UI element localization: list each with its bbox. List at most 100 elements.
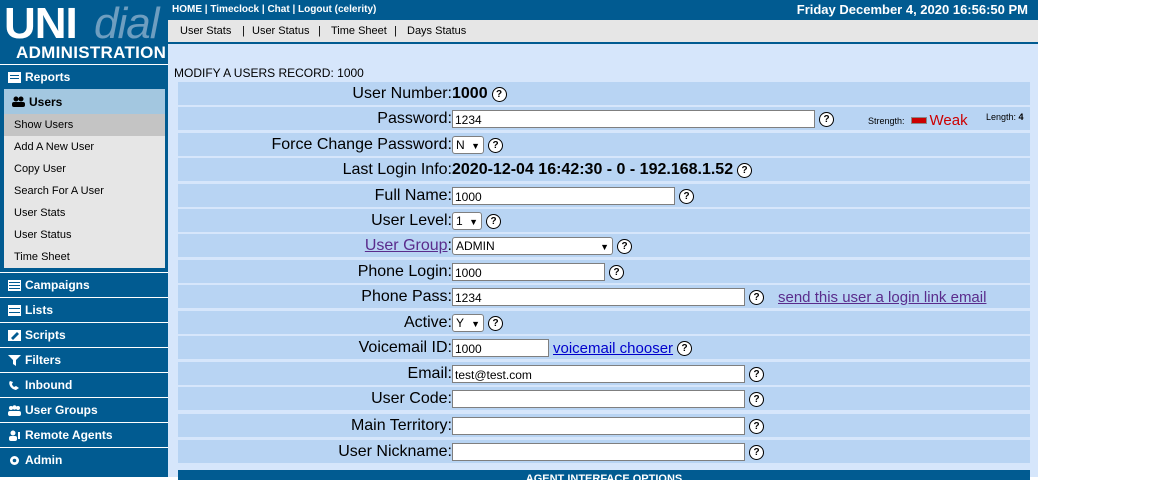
submenu-copy-user[interactable]: Copy User	[4, 158, 165, 180]
submenu-user-stats[interactable]: User Stats	[4, 202, 165, 224]
logo-admin: ADMINISTRATION	[16, 43, 167, 62]
label-user-nickname: User Nickname:	[338, 443, 452, 460]
row-voicemail: Voicemail ID: 1000 voicemail chooser?	[178, 336, 1030, 359]
password-strength: Strength: Weak	[868, 112, 968, 129]
row-active: Active: Y ▼?	[178, 311, 1030, 334]
filter-icon	[8, 354, 21, 366]
password-input[interactable]: 1234	[452, 110, 815, 128]
sidebar-item-remote-agents[interactable]: Remote Agents	[0, 422, 168, 447]
logo-uni: UNI	[4, 0, 78, 48]
sidebar-item-campaigns[interactable]: Campaigns	[0, 272, 168, 297]
label-user-code: User Code:	[371, 390, 452, 407]
sidebar-item-scripts[interactable]: Scripts	[0, 322, 168, 347]
help-icon[interactable]: ?	[749, 418, 764, 434]
force-change-select[interactable]: N ▼	[452, 136, 484, 154]
subnav-user-stats[interactable]: User Stats	[180, 25, 231, 37]
subnav-sep: |	[318, 25, 321, 37]
logo-dial: dial	[94, 0, 159, 48]
send-login-link[interactable]: send this user a login link email	[778, 289, 986, 306]
row-password: Password: 1234? Strength: Weak Length: 4	[178, 107, 1030, 130]
user-level-value: 1	[456, 214, 463, 228]
help-icon[interactable]: ?	[488, 137, 503, 153]
sidebar-item-lists[interactable]: Lists	[0, 297, 168, 322]
label-password: Password:	[377, 110, 452, 127]
help-icon[interactable]: ?	[737, 162, 753, 178]
phone-login-input[interactable]: 1000	[452, 263, 605, 281]
inbound-icon	[9, 380, 19, 390]
subnav-user-status[interactable]: User Status	[252, 25, 309, 37]
help-icon[interactable]: ?	[617, 238, 632, 254]
chevron-down-icon: ▼	[469, 217, 478, 227]
gear-icon	[10, 455, 19, 465]
voicemail-chooser-link[interactable]: voicemail chooser	[553, 340, 673, 357]
force-change-value: N	[456, 138, 465, 152]
agent-interface-header: AGENT INTERFACE OPTIONS	[178, 470, 1030, 480]
remote-agents-icon	[9, 430, 20, 441]
user-nickname-input[interactable]	[452, 443, 745, 461]
user-group-select[interactable]: ADMIN ▼	[452, 237, 613, 255]
main-panel: MODIFY A USERS RECORD: 1000 User Number:…	[168, 44, 1038, 480]
label-phone-pass: Phone Pass:	[361, 288, 452, 305]
help-icon[interactable]: ?	[749, 391, 764, 407]
help-icon[interactable]: ?	[749, 366, 764, 382]
label-user-group: User Group:	[365, 237, 452, 255]
help-icon[interactable]: ?	[488, 315, 503, 331]
sidebar-label-users: Users	[29, 94, 63, 109]
sidebar-item-inbound[interactable]: Inbound	[0, 372, 168, 397]
row-email: Email: test@test.com?	[178, 362, 1030, 385]
row-user-code: User Code: ?	[178, 387, 1030, 410]
full-name-input[interactable]: 1000	[452, 187, 675, 205]
label-voicemail: Voicemail ID:	[358, 339, 452, 356]
logo[interactable]: UNI dial ADMINISTRATION	[0, 0, 168, 64]
user-code-input[interactable]	[452, 390, 745, 408]
label-last-login: Last Login Info:	[342, 161, 452, 178]
sidebar-label-campaigns: Campaigns	[25, 278, 90, 292]
phone-pass-input[interactable]: 1234	[452, 288, 745, 306]
submenu-add-user[interactable]: Add A New User	[4, 136, 165, 158]
help-icon[interactable]: ?	[749, 444, 764, 460]
help-icon[interactable]: ?	[486, 213, 501, 229]
page-title: MODIFY A USERS RECORD: 1000	[174, 66, 364, 80]
sidebar-label-remote-agents: Remote Agents	[25, 428, 113, 442]
sidebar-item-filters[interactable]: Filters	[0, 347, 168, 372]
users-submenu: Show Users Add A New User Copy User Sear…	[4, 114, 165, 268]
help-icon[interactable]: ?	[679, 188, 694, 204]
sidebar-item-users[interactable]: Users	[4, 89, 165, 114]
label-email: Email:	[407, 365, 452, 382]
subnav-days-status[interactable]: Days Status	[407, 25, 466, 37]
sidebar: UNI dial ADMINISTRATION Reports Users Sh…	[0, 0, 168, 477]
top-links[interactable]: HOME | Timeclock | Chat | Logout (celeri…	[172, 4, 376, 15]
strength-bar	[910, 117, 927, 124]
subnav-time-sheet[interactable]: Time Sheet	[331, 25, 387, 37]
active-select[interactable]: Y ▼	[452, 314, 484, 332]
voicemail-input[interactable]: 1000	[452, 339, 549, 357]
label-user-level: User Level:	[371, 212, 452, 229]
sidebar-label-reports: Reports	[25, 70, 71, 84]
help-icon[interactable]: ?	[609, 264, 624, 280]
label-user-number: User Number:	[352, 85, 452, 102]
lists-icon	[8, 304, 21, 316]
row-user-group: User Group: ADMIN ▼?	[178, 234, 1030, 257]
label-full-name: Full Name:	[374, 187, 452, 204]
sidebar-label-lists: Lists	[25, 303, 54, 317]
length-value: 4	[1018, 112, 1024, 122]
help-icon[interactable]: ?	[677, 340, 693, 356]
reports-icon	[8, 71, 21, 83]
email-input[interactable]: test@test.com	[452, 365, 745, 383]
help-icon[interactable]: ?	[491, 86, 507, 102]
submenu-time-sheet[interactable]: Time Sheet	[4, 246, 165, 268]
user-group-link[interactable]: User Group	[365, 237, 448, 254]
sidebar-item-user-groups[interactable]: User Groups	[0, 397, 168, 422]
help-icon[interactable]: ?	[819, 111, 834, 127]
submenu-user-status[interactable]: User Status	[4, 224, 165, 246]
sidebar-item-reports[interactable]: Reports	[0, 64, 168, 89]
submenu-show-users[interactable]: Show Users	[4, 114, 165, 136]
submenu-search-user[interactable]: Search For A User	[4, 180, 165, 202]
sidebar-item-admin[interactable]: Admin	[0, 447, 168, 472]
main-territory-input[interactable]	[452, 417, 745, 435]
subnav-sep: |	[242, 25, 245, 37]
sidebar-label-inbound: Inbound	[25, 378, 73, 392]
user-level-select[interactable]: 1 ▼	[452, 212, 482, 230]
help-icon[interactable]: ?	[749, 289, 764, 305]
row-phone-pass: Phone Pass: 1234? send this user a login …	[178, 285, 1030, 308]
